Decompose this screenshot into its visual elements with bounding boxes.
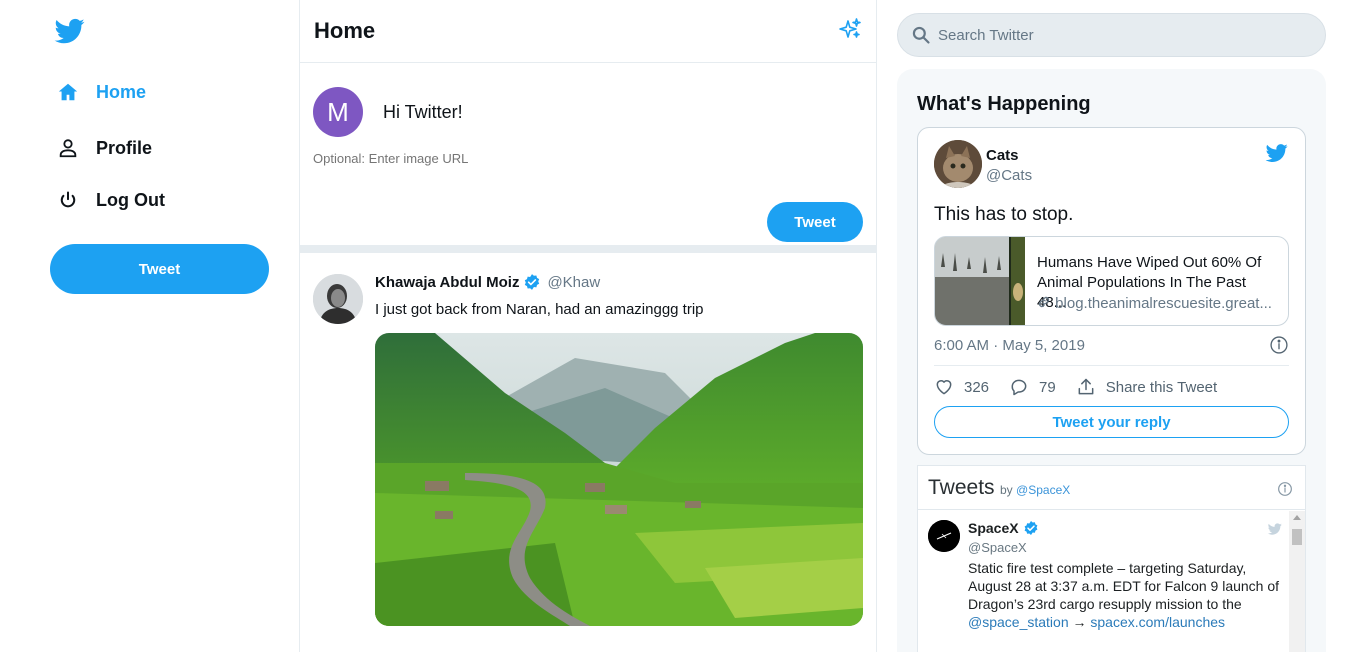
timeline-by: by @SpaceX — [1000, 483, 1070, 497]
nav-label-home: Home — [96, 81, 147, 102]
timeline-by-label: by — [1000, 483, 1013, 497]
like-action[interactable]: 326 — [934, 377, 989, 397]
heart-icon — [936, 380, 952, 395]
link-card[interactable]: Humans Have Wiped Out 60% Of Animal Popu… — [934, 236, 1289, 326]
timeline-tweet-author-name: SpaceX — [968, 520, 1019, 536]
sidebar: Home Profile Log Out Tweet — [0, 0, 300, 652]
sidebar-tweet-button[interactable]: Tweet — [50, 244, 269, 294]
divider — [934, 365, 1289, 366]
nav-item-home[interactable]: Home — [56, 77, 146, 107]
image-url-input[interactable] — [313, 151, 853, 166]
app: Home Profile Log Out Tweet Home M Hi Twi… — [0, 0, 1365, 652]
reply-count: 79 — [1039, 378, 1056, 396]
share-icon — [1078, 378, 1094, 395]
timeline-title: Tweets — [928, 476, 995, 499]
tweet-text-input[interactable] — [383, 102, 843, 123]
search-icon — [912, 26, 930, 44]
embed-tweet-text: This has to stop. — [934, 204, 1074, 225]
search-bar[interactable] — [897, 13, 1326, 57]
post-author-name[interactable]: Khawaja Abdul Moiz — [375, 274, 519, 291]
home-icon — [56, 80, 80, 104]
search-input[interactable] — [938, 25, 1308, 45]
embed-timestamp[interactable]: 6:00 AM · May 5, 2019 — [934, 337, 1085, 354]
sparkle-icon[interactable] — [838, 17, 862, 41]
avatar[interactable] — [928, 520, 960, 552]
info-icon[interactable] — [1269, 335, 1289, 355]
timeline-by-handle[interactable]: @SpaceX — [1016, 483, 1070, 497]
embedded-tweet[interactable]: Cats @Cats This has to stop. Humans Have… — [917, 127, 1306, 455]
info-icon[interactable] — [1277, 481, 1293, 497]
share-action[interactable]: Share this Tweet — [1076, 377, 1217, 397]
avatar[interactable] — [313, 274, 363, 324]
page-title: Home — [314, 18, 376, 43]
link-card-url[interactable]: blog.theanimalrescuesite.great... — [1037, 295, 1277, 312]
verified-icon — [1024, 521, 1037, 535]
mention-link[interactable]: @space_station — [968, 614, 1069, 630]
nav-item-profile[interactable]: Profile — [56, 133, 152, 163]
embedded-timeline: Tweets by @SpaceX SpaceX @SpaceX Static … — [917, 465, 1306, 652]
post-text: I just got back from Naran, had an amazi… — [375, 301, 704, 318]
whats-happening-panel: What's Happening Cats @Cats This has to … — [897, 69, 1326, 652]
verified-icon — [525, 274, 540, 290]
post-image[interactable] — [375, 333, 863, 626]
feed: Home M Tweet Khawaja — [300, 0, 877, 652]
feed-header: Home — [300, 0, 876, 63]
avatar: M — [313, 87, 363, 137]
reply-icon — [1011, 379, 1027, 396]
link-card-url-text: blog.theanimalrescuesite.great... — [1055, 295, 1272, 312]
nav-label-logout: Log Out — [96, 189, 165, 210]
timeline-header: Tweets by @SpaceX — [918, 466, 1305, 510]
link-card-thumbnail — [935, 237, 1025, 325]
timeline-tweet-text: Static fire test complete – targeting Sa… — [968, 559, 1288, 631]
nav-label-profile: Profile — [96, 137, 153, 158]
embed-author-name[interactable]: Cats — [986, 147, 1019, 164]
twitter-bird-icon[interactable] — [1267, 522, 1283, 536]
tweet-your-reply-button[interactable]: Tweet your reply — [934, 406, 1289, 438]
person-icon — [56, 136, 80, 160]
url-link[interactable]: spacex.com/launches — [1090, 614, 1225, 630]
link-icon — [1038, 296, 1050, 308]
tweet-actions: 326 79 Share this Tweet — [934, 377, 1237, 397]
embed-author-handle: @Cats — [986, 167, 1033, 184]
post-author: Khawaja Abdul Moiz @Khaw — [375, 273, 600, 291]
arrow-glyph: → — [1072, 614, 1087, 630]
timeline-tweet-author[interactable]: SpaceX — [968, 520, 1039, 536]
avatar[interactable] — [934, 140, 982, 188]
reply-action[interactable]: 79 — [1009, 377, 1056, 397]
tweet-composer: M Tweet — [300, 63, 876, 253]
twitter-logo-icon[interactable] — [54, 16, 86, 46]
share-label: Share this Tweet — [1105, 378, 1218, 396]
timeline-tweet-handle: @SpaceX — [968, 540, 1027, 555]
whats-happening-title: What's Happening — [917, 93, 1091, 115]
post-author-handle: @Khaw — [547, 273, 601, 291]
tweet-post[interactable]: Khawaja Abdul Moiz @Khaw I just got back… — [300, 253, 876, 652]
power-icon — [56, 188, 80, 212]
scroll-thumb[interactable] — [1292, 529, 1302, 545]
timeline-tweet-body: Static fire test complete – targeting Sa… — [968, 560, 1280, 612]
like-count: 326 — [964, 378, 990, 396]
nav-item-logout[interactable]: Log Out — [56, 185, 165, 215]
timeline-scrollbar[interactable] — [1289, 511, 1305, 652]
scroll-up-arrow[interactable] — [1293, 515, 1301, 520]
composer-tweet-button[interactable]: Tweet — [767, 202, 863, 242]
twitter-bird-icon[interactable] — [1265, 142, 1289, 164]
